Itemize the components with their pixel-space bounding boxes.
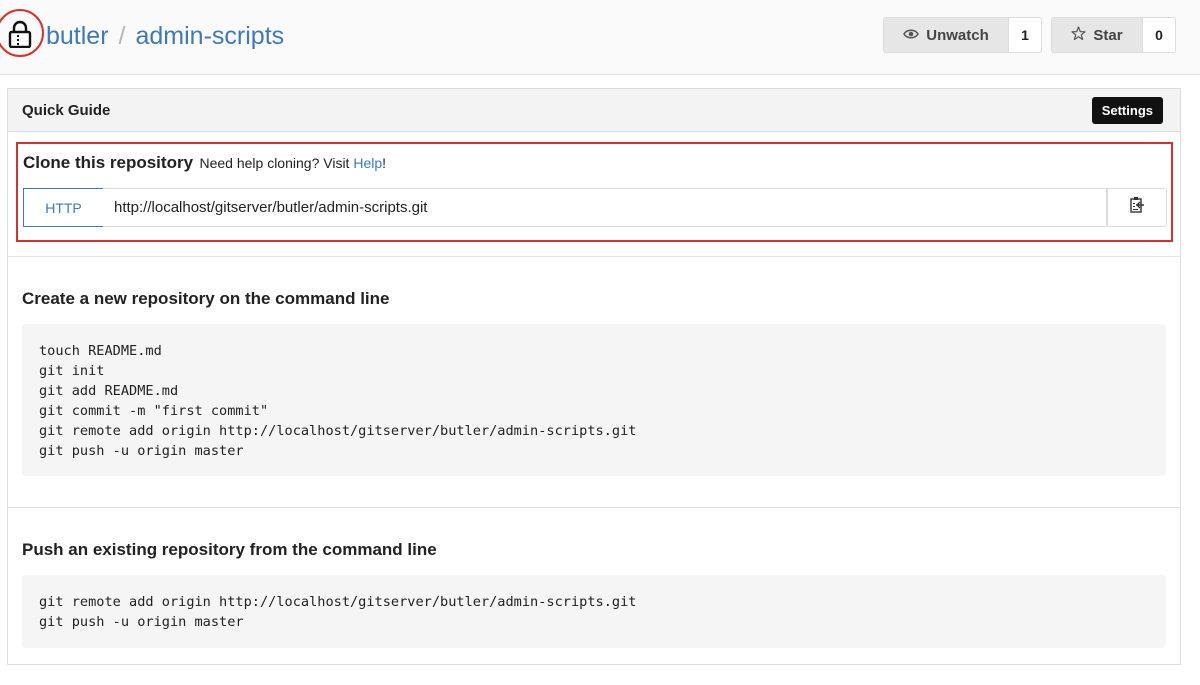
code-line: git init	[39, 363, 105, 379]
copy-url-button[interactable]	[1107, 188, 1167, 227]
new-repo-code-block: touch README.md git init git add README.…	[22, 324, 1166, 476]
clone-help-text: Need help cloning? Visit Help!	[199, 155, 386, 171]
star-button-group: Star 0	[1051, 17, 1176, 53]
http-protocol-button[interactable]: HTTP	[23, 188, 104, 227]
repo-header: butler / admin-scripts Unwatch 1 Star 0	[0, 0, 1200, 75]
clone-url-input[interactable]	[103, 188, 1107, 227]
repo-breadcrumb: butler / admin-scripts	[46, 21, 284, 51]
existing-repo-title: Push an existing repository from the com…	[22, 540, 437, 559]
help-link[interactable]: Help	[353, 155, 382, 171]
section-divider	[8, 507, 1180, 508]
code-line: git commit -m "first commit"	[39, 403, 269, 419]
clone-heading-row: Clone this repository Need help cloning?…	[23, 153, 386, 173]
watch-button-group: Unwatch 1	[883, 17, 1042, 53]
panel-title: Quick Guide	[22, 102, 111, 119]
existing-repo-code-block: git remote add origin http://localhost/g…	[22, 575, 1166, 648]
star-label: Star	[1093, 26, 1123, 44]
clone-help-suffix: !	[382, 155, 387, 171]
new-repo-title: Create a new repository on the command l…	[22, 289, 390, 308]
unwatch-label: Unwatch	[926, 26, 989, 44]
eye-icon	[903, 27, 920, 44]
breadcrumb-separator: /	[118, 22, 126, 50]
code-line: git push -u origin master	[39, 614, 244, 630]
clone-heading: Clone this repository	[23, 153, 194, 172]
unwatch-button[interactable]: Unwatch	[883, 17, 1009, 53]
owner-link[interactable]: butler	[46, 22, 109, 50]
code-line: git push -u origin master	[39, 443, 244, 459]
panel-header: Quick Guide Settings	[8, 89, 1180, 132]
code-line: git remote add origin http://localhost/g…	[39, 423, 637, 439]
stars-count[interactable]: 0	[1143, 17, 1176, 53]
section-divider	[8, 256, 1180, 257]
code-line: touch README.md	[39, 343, 162, 359]
star-button[interactable]: Star	[1051, 17, 1143, 53]
code-line: git remote add origin http://localhost/g…	[39, 594, 637, 610]
star-icon	[1071, 25, 1087, 45]
lock-icon	[0, 9, 44, 57]
code-line: git add README.md	[39, 383, 179, 399]
repo-link[interactable]: admin-scripts	[136, 22, 285, 50]
settings-button[interactable]: Settings	[1091, 97, 1163, 124]
clone-section: Clone this repository Need help cloning?…	[16, 142, 1173, 242]
clipboard-icon	[1129, 196, 1145, 219]
clone-help-prefix: Need help cloning? Visit	[199, 155, 350, 171]
watchers-count[interactable]: 1	[1009, 17, 1042, 53]
